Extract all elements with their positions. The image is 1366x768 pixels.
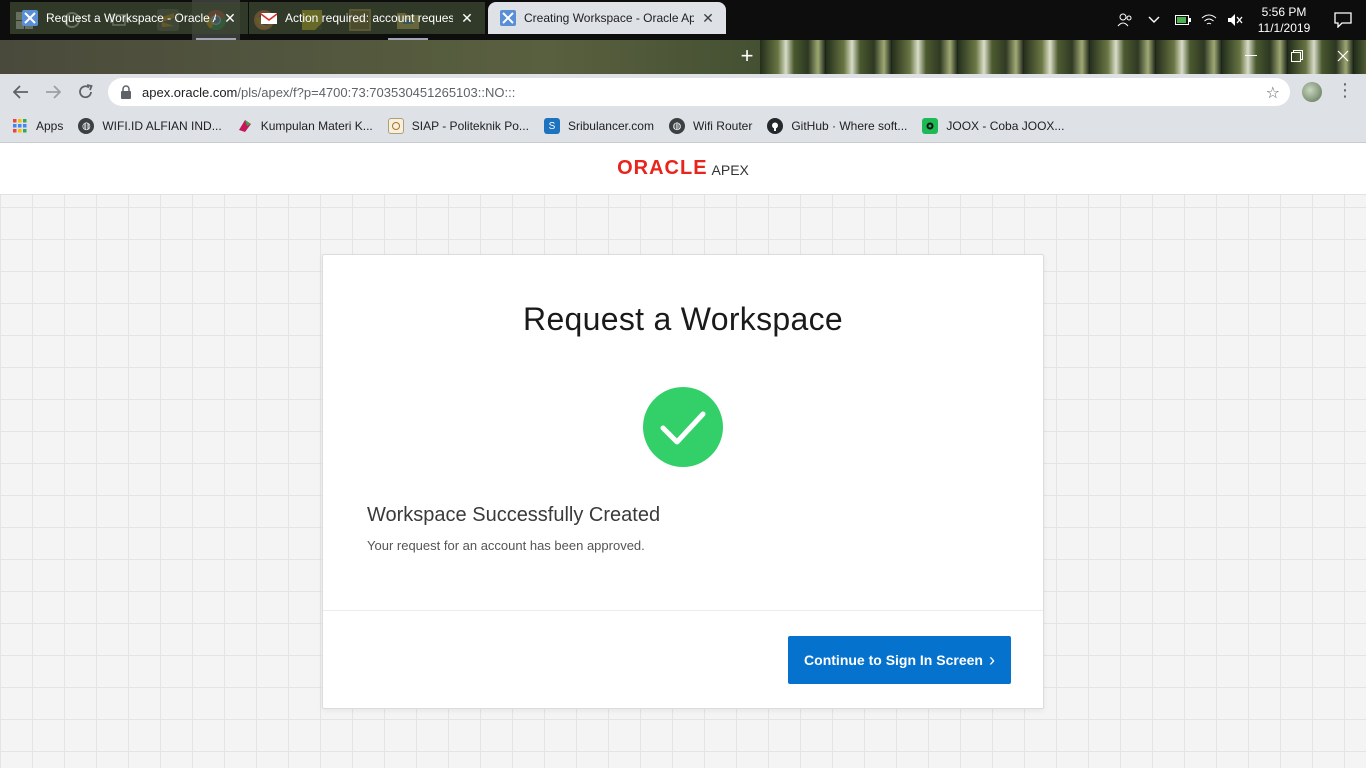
lock-icon[interactable]	[120, 85, 132, 99]
github-icon	[767, 118, 784, 134]
bookmark-siap[interactable]: SIAP - Politeknik Po...	[387, 118, 529, 134]
action-center-icon[interactable]	[1320, 0, 1366, 40]
bookmark-apps[interactable]: Apps	[12, 118, 63, 134]
bookmark-label: Apps	[36, 119, 64, 133]
tab-close-icon[interactable]: ✕	[222, 10, 238, 27]
restore-icon[interactable]	[1274, 40, 1320, 72]
bookmark-star-icon[interactable]: ☆	[1266, 83, 1280, 103]
clock-time: 5:56 PM	[1261, 5, 1307, 19]
button-label: Continue to Sign In Screen	[804, 652, 983, 668]
bookmark-joox[interactable]: JOOX - Coba JOOX...	[922, 118, 1064, 134]
chrome-menu-icon[interactable]: ⋮	[1336, 80, 1354, 101]
system-tray: 5:56 PM 11/1/2019	[1112, 0, 1366, 40]
people-icon[interactable]	[1112, 0, 1138, 40]
bookmark-label: Sribulancer.com	[567, 119, 654, 133]
continue-to-sign-in-button[interactable]: Continue to Sign In Screen ›	[788, 636, 1011, 684]
tab-close-icon[interactable]: ✕	[459, 10, 475, 27]
bookmark-label: SIAP - Politeknik Po...	[411, 119, 529, 133]
apex-favicon-icon	[500, 10, 516, 26]
joox-icon	[922, 118, 939, 134]
chevron-right-icon: ›	[988, 650, 995, 670]
bookmarks-bar: Apps ◍ WIFI.ID ALFIAN IND... Kumpulan Ma…	[0, 110, 1366, 143]
minimize-icon[interactable]	[1228, 40, 1274, 72]
battery-icon[interactable]	[1170, 0, 1196, 40]
back-icon[interactable]	[8, 80, 34, 104]
browser-toolbar: apex.oracle.com/pls/apex/f?p=4700:73:703…	[0, 74, 1366, 110]
workspace-card: Request a Workspace Workspace Successful…	[322, 254, 1044, 709]
apex-header: ORACLE APEX	[0, 143, 1366, 195]
new-tab-button[interactable]: +	[733, 45, 761, 69]
globe-icon: ◍	[668, 118, 685, 134]
tab-close-icon[interactable]: ✕	[700, 10, 716, 27]
tab-strip	[0, 40, 1366, 74]
apex-logo-text: APEX	[711, 162, 749, 178]
tab-action-required[interactable]: Action required: account request ✕	[249, 2, 485, 34]
bookmark-github[interactable]: GitHub · Where soft...	[767, 118, 907, 134]
status-title: Workspace Successfully Created	[367, 504, 661, 526]
success-check-icon	[643, 387, 723, 467]
address-bar[interactable]: apex.oracle.com/pls/apex/f?p=4700:73:703…	[108, 78, 1290, 106]
oracle-logo: ORACLE	[617, 157, 708, 179]
bookmark-sribulancer[interactable]: S Sribulancer.com	[543, 118, 654, 134]
wifi-icon[interactable]	[1196, 0, 1222, 40]
chevron-up-icon[interactable]	[1138, 0, 1170, 40]
bookmark-wifi-id[interactable]: ◍ WIFI.ID ALFIAN IND...	[78, 118, 222, 134]
materi-icon	[237, 118, 253, 134]
tab-title: Request a Workspace - Oracle Ap	[46, 11, 216, 25]
page-title: Request a Workspace	[523, 301, 843, 337]
tab-request-workspace[interactable]: Request a Workspace - Oracle Ap ✕	[10, 2, 248, 34]
page-content: ORACLE APEX Request a Workspace Workspac…	[0, 143, 1366, 768]
taskbar-clock[interactable]: 5:56 PM 11/1/2019	[1248, 4, 1320, 36]
card-divider	[323, 610, 1043, 611]
bookmark-label: Kumpulan Materi K...	[260, 119, 373, 133]
bookmark-label: WIFI.ID ALFIAN IND...	[102, 119, 222, 133]
status-message: Your request for an account has been app…	[367, 538, 645, 553]
bookmark-label: JOOX - Coba JOOX...	[946, 119, 1065, 133]
bookmark-wifi-router[interactable]: ◍ Wifi Router	[668, 118, 753, 134]
forward-icon[interactable]	[40, 80, 66, 104]
close-window-icon[interactable]	[1320, 40, 1366, 72]
volume-muted-icon[interactable]	[1222, 0, 1248, 40]
clock-date: 11/1/2019	[1257, 21, 1311, 35]
siap-icon	[387, 118, 404, 134]
bookmark-kumpulan-materi[interactable]: Kumpulan Materi K...	[237, 118, 373, 134]
bookmark-label: Wifi Router	[692, 119, 753, 133]
tab-title: Action required: account request	[285, 11, 453, 25]
url-path: /pls/apex/f?p=4700:73:703530451265103::N…	[237, 84, 516, 100]
tab-creating-workspace[interactable]: Creating Workspace - Oracle App ✕	[488, 2, 726, 34]
tab-title: Creating Workspace - Oracle App	[524, 11, 694, 25]
globe-icon: ◍	[78, 118, 95, 134]
gmail-icon	[261, 13, 277, 24]
reload-icon[interactable]	[73, 80, 99, 104]
sribulancer-icon: S	[543, 118, 560, 134]
url-domain: apex.oracle.com	[142, 84, 238, 100]
bookmark-label: GitHub · Where soft...	[791, 119, 908, 133]
apex-favicon-icon	[22, 10, 38, 26]
apps-grid-icon	[12, 118, 28, 134]
profile-avatar[interactable]	[1302, 82, 1322, 102]
